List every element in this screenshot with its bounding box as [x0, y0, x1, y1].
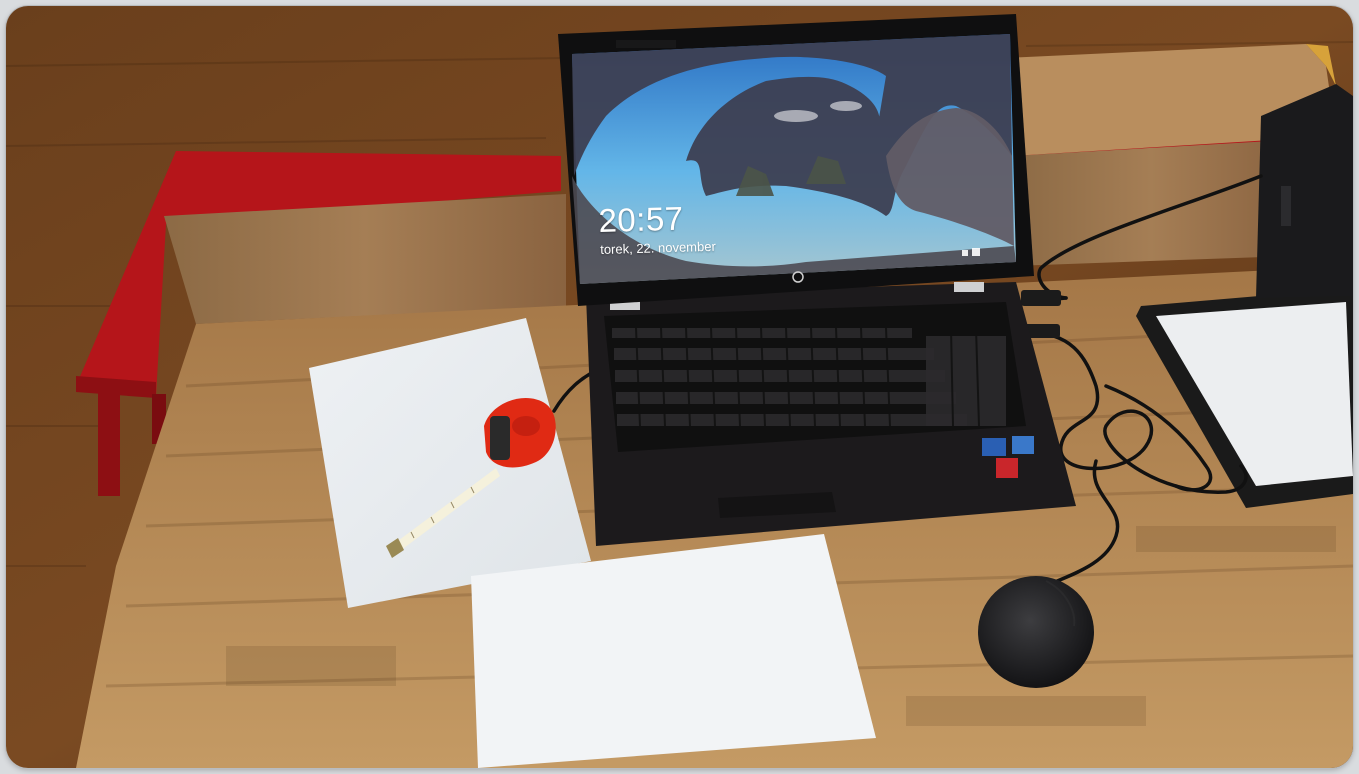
photo-frame: 20:57 torek, 22. november	[6, 6, 1353, 768]
lock-screen-date: torek, 22. november	[600, 238, 716, 257]
windows-sticker-icon	[1012, 436, 1034, 454]
amd-sticker-icon	[996, 458, 1018, 478]
printer	[1256, 84, 1353, 298]
network-icon	[962, 250, 968, 256]
photo-scene	[6, 6, 1353, 768]
lock-screen-time: 20:57	[598, 199, 685, 239]
computer-mouse	[978, 576, 1094, 688]
paper-sheet-2	[471, 534, 876, 768]
intel-sticker-icon	[982, 438, 1006, 456]
back-panel-right	[1011, 140, 1292, 266]
back-panel-left	[164, 194, 566, 324]
power-icon	[972, 248, 980, 256]
